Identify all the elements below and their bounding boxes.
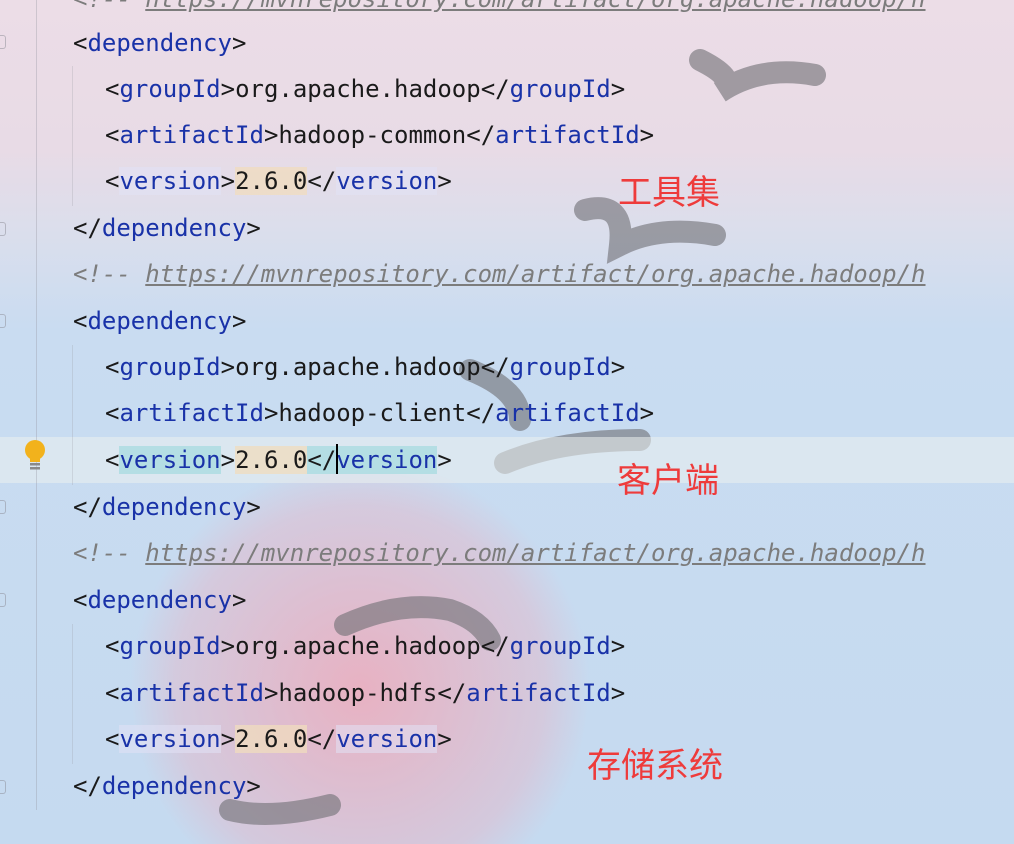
code-line-dependency-close: </dependency> [73,214,261,242]
annotation-common: 工具集 [618,173,720,213]
indent-guide [72,66,73,206]
indent-guide [72,345,73,485]
gutter-separator [36,0,37,810]
code-line-dependency-open: <dependency> [73,586,247,614]
code-line-dependency-open: <dependency> [73,307,247,335]
indent-guide [72,624,73,764]
annotation-client: 客户端 [617,461,719,501]
code-line-comment: <!-- https://mvnrepository.com/artifact/… [73,539,926,567]
fold-icon[interactable] [0,222,6,236]
code-line-version: <version>2.6.0</version> [105,725,452,753]
code-line-groupid: <groupId>org.apache.hadoop</groupId> [105,353,626,381]
lightbulb-icon[interactable] [22,438,48,472]
fold-icon[interactable] [0,780,6,794]
code-line-groupid: <groupId>org.apache.hadoop</groupId> [105,75,626,103]
code-line-artifactid: <artifactId>hadoop-hdfs</artifactId> [105,679,626,707]
fold-icon[interactable] [0,35,6,49]
text-caret [336,444,339,474]
code-line-version: <version>2.6.0</version> [105,167,452,195]
fold-icon[interactable] [0,593,6,607]
code-line-dependency-close: </dependency> [73,493,261,521]
annotation-hdfs: 存储系统 [587,746,723,786]
editor-gutter [0,0,12,844]
code-line-dependency-open: <dependency> [73,29,247,57]
code-line-dependency-close: </dependency> [73,772,261,800]
code-line-version-current: <version>2.6.0</version> [105,444,452,474]
code-line-groupid: <groupId>org.apache.hadoop</groupId> [105,632,626,660]
code-line-artifactid: <artifactId>hadoop-common</artifactId> [105,121,655,149]
code-line-comment: <!-- https://mvnrepository.com/artifact/… [73,260,926,288]
fold-icon[interactable] [0,500,6,514]
code-line-comment: <!-- https://mvnrepository.com/artifact/… [73,0,926,22]
fold-icon[interactable] [0,314,6,328]
code-line-artifactid: <artifactId>hadoop-client</artifactId> [105,399,655,427]
